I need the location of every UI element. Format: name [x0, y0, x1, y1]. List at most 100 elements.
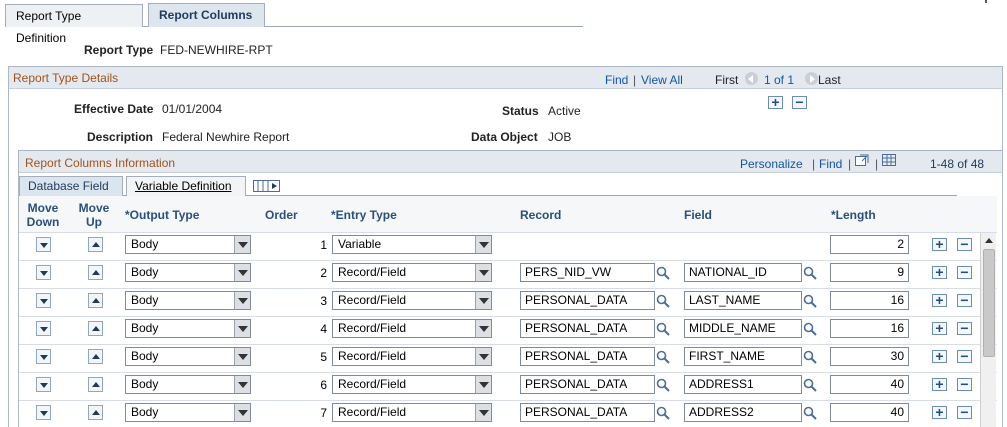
- move-down-button[interactable]: [36, 265, 51, 280]
- add-row-button[interactable]: +: [932, 405, 947, 419]
- tab-database-field[interactable]: Database Field: [19, 176, 123, 196]
- add-row-button[interactable]: +: [932, 237, 947, 251]
- move-up-button[interactable]: [88, 321, 103, 336]
- add-row-button[interactable]: +: [932, 265, 947, 279]
- output-type-select[interactable]: Body: [125, 263, 251, 282]
- lookup-field-icon[interactable]: [803, 294, 817, 308]
- delete-row-button[interactable]: −: [792, 95, 807, 109]
- delete-row-button[interactable]: −: [957, 265, 972, 279]
- move-up-button[interactable]: [88, 377, 103, 392]
- lookup-record-icon[interactable]: [656, 322, 670, 336]
- output-type-select[interactable]: Body: [125, 235, 251, 254]
- lookup-record-icon[interactable]: [656, 294, 670, 308]
- length-input[interactable]: 40: [830, 403, 909, 422]
- field-input[interactable]: ADDRESS1: [684, 375, 802, 394]
- move-up-button[interactable]: [88, 293, 103, 308]
- personalize-link[interactable]: Personalize: [740, 157, 803, 171]
- move-down-button[interactable]: [36, 349, 51, 364]
- entry-type-value: Record/Field: [338, 293, 407, 307]
- output-type-select[interactable]: Body: [125, 403, 251, 422]
- output-type-select[interactable]: Body: [125, 291, 251, 310]
- chevron-down-icon: [234, 264, 250, 281]
- delete-row-button[interactable]: −: [957, 377, 972, 391]
- delete-row-button[interactable]: −: [957, 321, 972, 335]
- lookup-field-icon[interactable]: [803, 350, 817, 364]
- output-type-select[interactable]: Body: [125, 375, 251, 394]
- field-input[interactable]: LAST_NAME: [684, 291, 802, 310]
- order-value: 7: [320, 406, 327, 420]
- add-row-button[interactable]: +: [932, 377, 947, 391]
- length-input[interactable]: 9: [830, 263, 909, 282]
- lookup-field-icon[interactable]: [803, 322, 817, 336]
- entry-type-select[interactable]: Record/Field: [332, 319, 492, 338]
- lookup-field-icon[interactable]: [803, 406, 817, 420]
- lookup-record-icon[interactable]: [656, 350, 670, 364]
- move-up-button[interactable]: [88, 405, 103, 420]
- record-input[interactable]: PERSONAL_DATA: [520, 375, 655, 394]
- entry-type-select[interactable]: Record/Field: [332, 403, 492, 422]
- record-input[interactable]: PERSONAL_DATA: [520, 291, 655, 310]
- move-down-button[interactable]: [36, 377, 51, 392]
- delete-row-button[interactable]: −: [957, 237, 972, 251]
- delete-row-button[interactable]: −: [957, 349, 972, 363]
- scroll-up-icon[interactable]: [983, 235, 995, 247]
- field-input[interactable]: ADDRESS2: [684, 403, 802, 422]
- move-down-button[interactable]: [36, 293, 51, 308]
- grid-find-link[interactable]: Find: [819, 157, 842, 171]
- add-row-button[interactable]: +: [932, 293, 947, 307]
- tab-variable-definition[interactable]: Variable Definition: [126, 176, 246, 196]
- lookup-record-icon[interactable]: [656, 266, 670, 280]
- length-input[interactable]: 40: [830, 375, 909, 394]
- add-row-button[interactable]: +: [932, 349, 947, 363]
- chevron-down-icon: [475, 264, 491, 281]
- length-input[interactable]: 30: [830, 347, 909, 366]
- entry-type-select[interactable]: Record/Field: [332, 375, 492, 394]
- record-input[interactable]: PERSONAL_DATA: [520, 403, 655, 422]
- field-input[interactable]: FIRST_NAME: [684, 347, 802, 366]
- view-all-icon[interactable]: [855, 154, 869, 167]
- show-all-columns-icon[interactable]: [253, 179, 281, 193]
- length-input[interactable]: 16: [830, 291, 909, 310]
- move-down-button[interactable]: [36, 237, 51, 252]
- length-input[interactable]: 2: [830, 235, 909, 254]
- delete-row-button[interactable]: −: [957, 293, 972, 307]
- record-input[interactable]: PERS_NID_VW: [520, 263, 655, 282]
- add-row-button[interactable]: +: [768, 95, 783, 109]
- lookup-record-icon[interactable]: [656, 378, 670, 392]
- record-input[interactable]: PERSONAL_DATA: [520, 347, 655, 366]
- field-input[interactable]: NATIONAL_ID: [684, 263, 802, 282]
- column-header-order: Order: [265, 208, 298, 222]
- entry-type-value: Record/Field: [338, 405, 407, 419]
- lookup-record-icon[interactable]: [656, 406, 670, 420]
- entry-type-select[interactable]: Record/Field: [332, 263, 492, 282]
- record-input[interactable]: PERSONAL_DATA: [520, 319, 655, 338]
- output-type-select[interactable]: Body: [125, 319, 251, 338]
- length-input[interactable]: 16: [830, 319, 909, 338]
- move-down-button[interactable]: [36, 321, 51, 336]
- entry-type-select[interactable]: Variable: [332, 235, 492, 254]
- tab-report-type-definition[interactable]: Report Type Definition: [5, 4, 143, 45]
- field-input[interactable]: MIDDLE_NAME: [684, 319, 802, 338]
- lookup-field-icon[interactable]: [803, 378, 817, 392]
- vertical-scrollbar[interactable]: [980, 233, 996, 427]
- move-down-button[interactable]: [36, 405, 51, 420]
- entry-type-select[interactable]: Record/Field: [332, 291, 492, 310]
- tab-report-columns[interactable]: Report Columns: [148, 3, 265, 27]
- chevron-down-icon: [234, 320, 250, 337]
- data-object-value: JOB: [548, 130, 572, 144]
- next-arrow-icon[interactable]: [805, 72, 818, 85]
- output-type-value: Body: [131, 237, 159, 251]
- lookup-field-icon[interactable]: [803, 266, 817, 280]
- download-grid-icon[interactable]: [882, 154, 896, 166]
- entry-type-select[interactable]: Record/Field: [332, 347, 492, 366]
- view-all-link[interactable]: View All: [641, 73, 683, 87]
- find-link[interactable]: Find: [605, 73, 628, 87]
- move-up-button[interactable]: [88, 237, 103, 252]
- move-up-button[interactable]: [88, 349, 103, 364]
- previous-arrow-icon[interactable]: [745, 72, 758, 85]
- add-row-button[interactable]: +: [932, 321, 947, 335]
- delete-row-button[interactable]: −: [957, 405, 972, 419]
- output-type-select[interactable]: Body: [125, 347, 251, 366]
- scroll-thumb[interactable]: [983, 249, 995, 357]
- move-up-button[interactable]: [88, 265, 103, 280]
